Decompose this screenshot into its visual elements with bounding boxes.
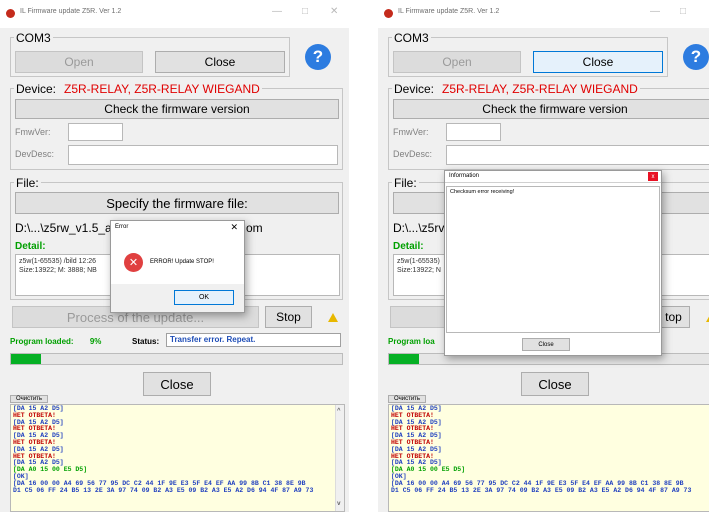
clear-log-button[interactable]: Очистить [10, 395, 48, 403]
help-icon[interactable]: ? [305, 44, 331, 70]
minimize-button[interactable]: — [272, 6, 282, 17]
log-panel[interactable]: [DA 15 A2 D5] НЕТ ОТВЕТА! [DA 15 A2 D5] НЕТ… [10, 404, 345, 512]
program-loaded-value: 9% [89, 337, 102, 346]
maximize-button[interactable]: □ [680, 6, 686, 17]
error-dialog-button-row: OK [111, 284, 244, 312]
device-name: Z5R-RELAY, Z5R-RELAY WIEGAND [442, 82, 638, 96]
error-message: ERROR! Update STOP! [150, 259, 214, 265]
error-dialog-close-icon[interactable]: ✕ [230, 222, 238, 233]
devdesc-label: DevDesc: [393, 149, 433, 159]
log-lines: [DA 15 A2 D5] НЕТ ОТВЕТА! [DA 15 A2 D5] НЕТ… [389, 405, 709, 495]
information-dialog-close-icon[interactable]: x [648, 172, 658, 181]
information-message-box[interactable]: Checksum error receiving! [446, 186, 660, 333]
maximize-button[interactable]: □ [302, 6, 308, 17]
window-title: IL Firmware update Z5R. Ver 1.2 [20, 8, 122, 15]
device-legend: Device: Z5R-RELAY, Z5R-RELAY WIEGAND [392, 82, 640, 96]
error-dialog-title: Error [115, 224, 129, 230]
open-button[interactable]: Open [393, 51, 521, 73]
program-loaded-label: Program loaded: [10, 337, 74, 346]
fmwver-field [68, 123, 123, 141]
title-bar: IL Firmware update Z5R. Ver 1.2 — □ ✕ [378, 0, 709, 28]
log-line: [DA 15 A2 D5] [13, 432, 64, 440]
information-dialog: Information x Checksum error receiving! … [444, 170, 662, 356]
program-loaded-status: Program loaded: 9% [10, 337, 101, 346]
firmware-update-window: IL Firmware update Z5R. Ver 1.2 — □ ✕ CO… [378, 0, 709, 512]
error-icon: ✕ [124, 253, 143, 272]
stop-button-label: top [665, 310, 682, 324]
app-icon [384, 9, 393, 18]
device-label: Device: [16, 82, 57, 96]
information-message: Checksum error receiving! [450, 189, 515, 195]
log-line: [DA 15 A2 D5] [391, 418, 442, 426]
stop-button[interactable]: Stop [265, 306, 312, 328]
device-label: Device: [394, 82, 435, 96]
log-line: [DA 15 A2 D5] [13, 405, 64, 412]
devdesc-field [68, 145, 338, 165]
com-port-label: COM3 [392, 31, 431, 45]
status-label: Status: [132, 337, 160, 346]
detail-label: Detail: [15, 241, 46, 252]
specify-firmware-button[interactable]: Specify the firmware file: [15, 192, 339, 214]
log-line: [DA 15 A2 D5] [391, 445, 442, 453]
title-bar: IL Firmware update Z5R. Ver 1.2 — □ ✕ [0, 0, 349, 28]
status-field: Transfer error. Repeat. [166, 333, 341, 347]
check-firmware-button[interactable]: Check the firmware version [15, 99, 339, 119]
devdesc-label: DevDesc: [15, 149, 55, 159]
close-port-button[interactable]: Close [533, 51, 663, 73]
ok-button[interactable]: OK [174, 290, 234, 305]
com-port-label: COM3 [14, 31, 53, 45]
program-loaded-label: Program loa [388, 337, 435, 346]
log-line: [DA 15 A2 D5] [391, 432, 442, 440]
file-path-suffix: om [246, 221, 263, 235]
log-scrollbar[interactable]: ^ v [335, 405, 344, 511]
log-lines: [DA 15 A2 D5] НЕТ ОТВЕТА! [DA 15 A2 D5] НЕТ… [11, 405, 344, 495]
progress-bar [10, 353, 343, 365]
close-port-button[interactable]: Close [155, 51, 285, 73]
file-label: File: [392, 176, 419, 190]
fmwver-label: FmwVer: [15, 127, 51, 137]
file-path-text: D:\...\z5rw_v1.5_a [15, 221, 112, 235]
device-name: Z5R-RELAY, Z5R-RELAY WIEGAND [64, 82, 260, 96]
log-panel[interactable]: [DA 15 A2 D5] НЕТ ОТВЕТА! [DA 15 A2 D5] НЕТ… [388, 404, 709, 512]
close-button[interactable]: Close [143, 372, 211, 396]
close-button[interactable]: Close [521, 372, 589, 396]
open-button[interactable]: Open [15, 51, 143, 73]
clear-log-button[interactable]: Очистить [388, 395, 426, 403]
app-icon [6, 9, 15, 18]
window-title: IL Firmware update Z5R. Ver 1.2 [398, 8, 500, 15]
help-icon[interactable]: ? [683, 44, 709, 70]
scroll-up-icon[interactable]: ^ [337, 407, 341, 415]
scroll-down-icon[interactable]: v [337, 500, 341, 508]
fmwver-label: FmwVer: [393, 127, 429, 137]
log-line: [DA A0 15 00 E5 D5] [13, 466, 88, 474]
firmware-update-window: IL Firmware update Z5R. Ver 1.2 — □ ✕ CO… [0, 0, 349, 512]
warning-icon [328, 313, 338, 322]
minimize-button[interactable]: — [650, 6, 660, 17]
devdesc-field [446, 145, 709, 165]
progress-fill [389, 354, 419, 364]
close-window-button[interactable]: ✕ [330, 6, 338, 17]
fmwver-field [446, 123, 501, 141]
device-legend: Device: Z5R-RELAY, Z5R-RELAY WIEGAND [14, 82, 262, 96]
error-dialog: Error ✕ ✕ ERROR! Update STOP! OK [110, 220, 245, 313]
check-firmware-button[interactable]: Check the firmware version [393, 99, 709, 119]
log-line: [DA 15 A2 D5] [13, 418, 64, 426]
file-label: File: [14, 176, 41, 190]
progress-fill [11, 354, 41, 364]
information-close-button[interactable]: Close [522, 338, 570, 351]
log-line: [DA 15 A2 D5] [391, 405, 442, 412]
file-path-text: D:\...\z5rv [393, 221, 445, 235]
information-dialog-title: Information [449, 173, 480, 179]
information-dialog-titlebar: Information x [445, 171, 661, 183]
log-line: [DA A0 15 00 E5 D5] [391, 466, 466, 474]
log-line: D1 C5 06 FF 24 B5 13 2E 3A 97 74 09 B2 A… [13, 486, 314, 494]
log-line: D1 C5 06 FF 24 B5 13 2E 3A 97 74 09 B2 A… [391, 486, 692, 494]
log-line: [DA 15 A2 D5] [13, 445, 64, 453]
detail-label: Detail: [393, 241, 424, 252]
